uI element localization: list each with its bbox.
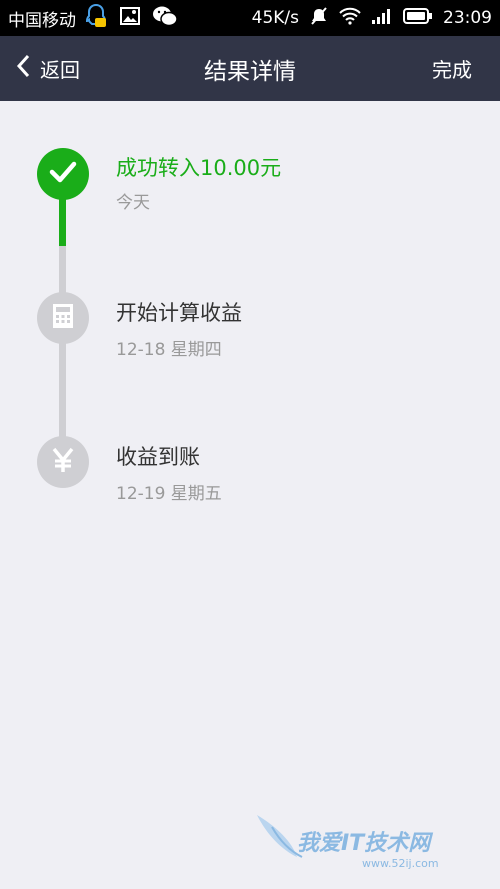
back-button[interactable]: 返回 [16,36,80,101]
back-label: 返回 [40,58,80,82]
step-title-calc: 开始计算收益 [116,301,242,325]
image-notification-icon [120,6,140,30]
step-date-payout: 12-19 星期五 [116,484,222,504]
yen-icon [51,447,75,477]
chevron-left-icon [16,54,40,83]
qq-notification-icon [84,3,108,34]
wechat-notification-icon [152,5,178,32]
carrier-name: 中国移动 [8,10,76,31]
calculator-icon [52,303,74,333]
wifi-icon [339,7,361,30]
mute-icon [309,6,329,31]
done-button[interactable]: 完成 [432,36,472,101]
step-title-transfer: 成功转入10.00元 [116,156,282,180]
watermark-text: 我爱IT技术网 [297,831,431,856]
step-node-transfer [37,148,89,200]
check-icon [49,161,77,187]
clock: 23:09 [443,8,492,28]
status-bar: 中国移动 45K/s 23:09 [0,0,500,36]
timeline-connector-pending [59,246,66,456]
step-node-payout [37,436,89,488]
step-node-calc [37,292,89,344]
watermark: 我爱IT技术网 www.52ij.com [252,807,482,877]
step-title-payout: 收益到账 [116,445,200,469]
battery-icon [403,7,433,29]
watermark-url: www.52ij.com [362,857,439,870]
step-date-transfer: 今天 [116,193,150,213]
signal-icon [371,7,393,30]
network-speed: 45K/s [251,8,299,28]
progress-timeline: 成功转入10.00元 今天 开始计算收益 12-18 星期四 收益到账 12-1… [0,101,500,889]
step-date-calc: 12-18 星期四 [116,340,222,360]
nav-bar: 返回 结果详情 完成 [0,36,500,101]
